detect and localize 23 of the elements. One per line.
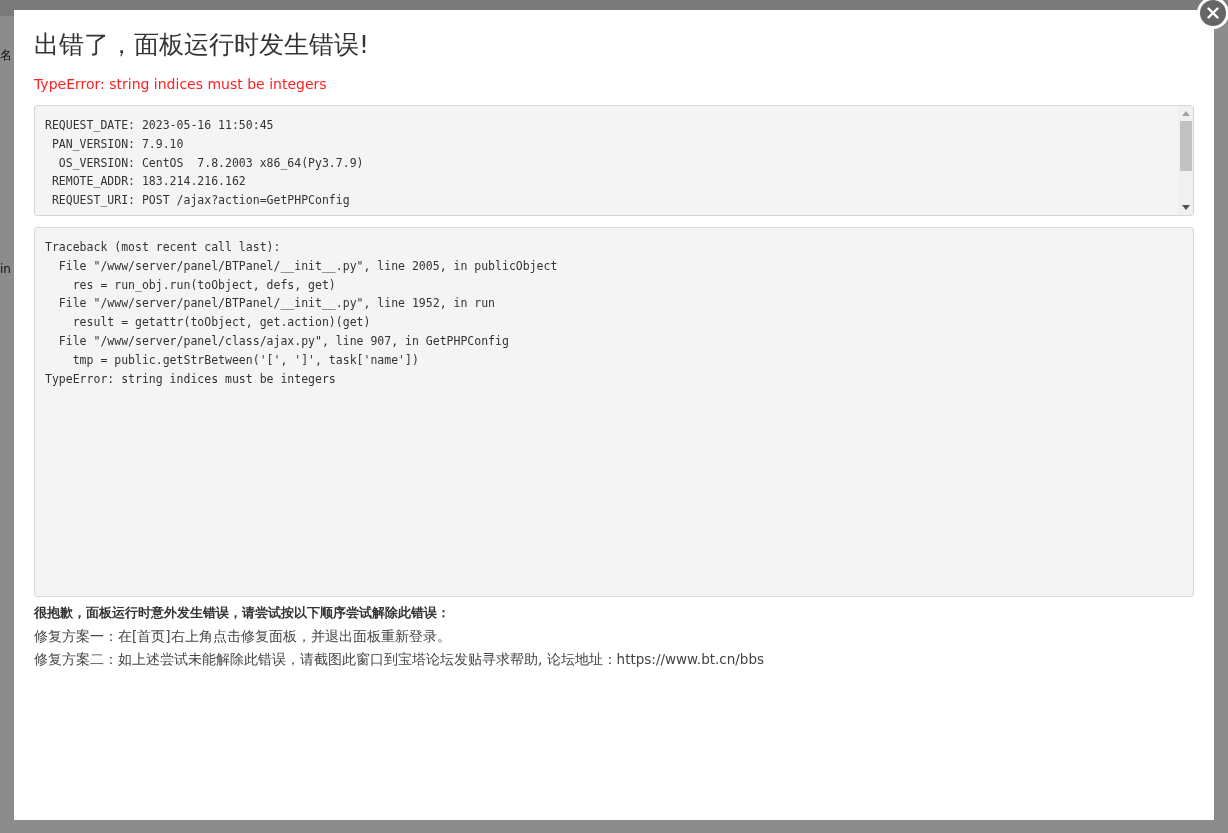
traceback-line: TypeError: string indices must be integers <box>45 370 337 388</box>
request-info-line: REMOTE_ADDR: 183.214.216.162 <box>50 173 247 191</box>
dialog-title: 出错了，面板运行时发生错误! <box>34 29 371 61</box>
request-info-line: REQUEST_URI: POST /ajax?action=GetPHPConfig <box>50 192 351 210</box>
traceback-line: Traceback (most recent call last): <box>45 239 282 256</box>
scrollbar[interactable] <box>1178 106 1193 215</box>
help-heading: 很抱歉，面板运行时意外发生错误，请尝试按以下顺序尝试解除此错误： <box>34 604 451 622</box>
background-text: in <box>0 262 11 276</box>
request-info-line: OS_VERSION: CentOS 7.8.2003 x86_64(Py3.7.9) <box>57 154 365 172</box>
request-info-line: PAN_VERSION: 7.9.10 <box>50 135 185 153</box>
traceback-line: File "/www/server/panel/BTPanel/__init__.py", line 1952, in run <box>57 295 497 313</box>
background-text: 名 <box>0 47 12 64</box>
error-message: TypeError: string indices must be integers <box>34 75 328 94</box>
traceback-line: res = run_obj.run(toObject, defs, get) <box>71 276 337 294</box>
request-info-line: REQUEST_DATE: 2023-05-16 11:50:45 <box>45 117 275 134</box>
scroll-down-icon[interactable] <box>1181 205 1190 210</box>
traceback-line: File "/www/server/panel/BTPanel/__init__.py", line 2005, in publicObject <box>57 257 559 275</box>
close-icon <box>1207 7 1219 19</box>
help-text: 修复方案一：在[首页]右上角点击修复面板，并退出面板重新登录。 <box>34 627 452 646</box>
traceback-line: tmp = public.getStrBetween('[', ']', task['name']) <box>71 351 420 369</box>
help-text: 修复方案二：如上述尝试未能解除此错误，请截图此窗口到宝塔论坛发贴寻求帮助, 论坛地址：https://www.bt.cn/bbs <box>34 650 765 669</box>
traceback-line: result = getattr(toObject, get.action)(get) <box>71 314 372 332</box>
traceback-line: File "/www/server/panel/class/ajax.py", line 907, in GetPHPConfig <box>57 333 510 350</box>
